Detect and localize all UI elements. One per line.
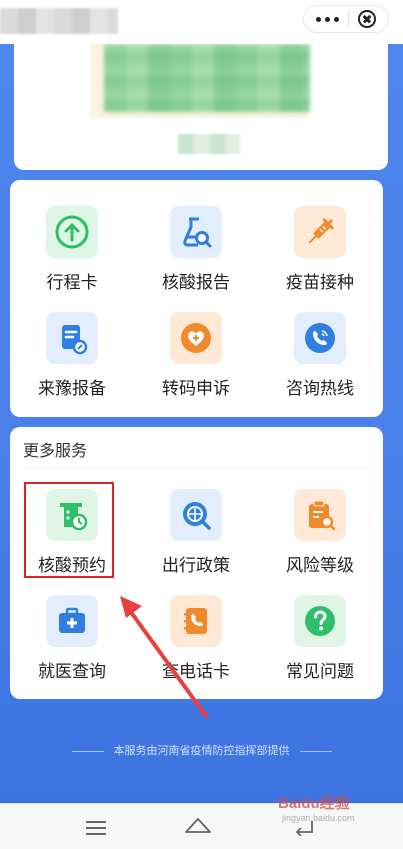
service-label: 出行政策 [162, 556, 230, 575]
watermark-brand: Baidu经验 [278, 795, 350, 812]
highlight-box [24, 482, 114, 578]
service-code-appeal[interactable]: 转码申诉 [141, 312, 251, 399]
syringe-icon [294, 206, 346, 258]
close-circle-icon[interactable] [358, 10, 376, 28]
heart-plus-icon [170, 312, 222, 364]
service-label: 核酸报告 [162, 273, 230, 292]
footer-note-text: 本服务由河南省疫情防控指挥部提供 [113, 745, 290, 757]
service-label: 就医查询 [38, 662, 106, 681]
service-henan-report[interactable]: 来豫报备 [17, 312, 127, 399]
footer-rule-right [299, 750, 332, 752]
footer-rule-left [71, 750, 104, 752]
health-status-blurred [178, 134, 240, 154]
question-circle-icon [294, 595, 346, 647]
service-medical-query[interactable]: 就医查询 [17, 595, 127, 682]
service-vaccination[interactable]: 疫苗接种 [265, 206, 375, 293]
home-icon[interactable] [184, 816, 212, 834]
service-label: 来豫报备 [38, 379, 106, 398]
health-code-blurred [104, 44, 310, 112]
test-tube-search-icon [170, 206, 222, 258]
menu-icon[interactable] [86, 821, 106, 839]
service-label: 咨询热线 [286, 379, 354, 398]
service-itinerary-card[interactable]: 行程卡 [17, 206, 127, 293]
top-bar [0, 0, 403, 44]
service-faq[interactable]: 常见问题 [265, 595, 375, 682]
service-label: 行程卡 [46, 273, 98, 292]
capsule-divider [348, 11, 349, 27]
watermark-url: jingyan.baidu.com [282, 813, 355, 823]
section-divider [23, 467, 370, 468]
service-label: 常见问题 [286, 662, 354, 681]
arrow-up-circle-icon [46, 206, 98, 258]
section-title: 更多服务 [23, 443, 88, 460]
pointer-arrow-icon [120, 596, 208, 718]
watermark: Baidu经验 jingyan.baidu.com [278, 792, 355, 823]
clipboard-search-icon [294, 489, 346, 541]
document-pen-icon [46, 312, 98, 364]
service-label: 转码申诉 [162, 379, 230, 398]
more-dots-icon[interactable] [316, 16, 339, 22]
phone-circle-icon [294, 312, 346, 364]
blurred-title [0, 8, 118, 34]
service-label: 风险等级 [286, 556, 354, 575]
service-label: 疫苗接种 [286, 273, 354, 292]
globe-search-icon [170, 489, 222, 541]
mini-program-capsule [303, 5, 389, 33]
app-background: 行程卡 核酸报告 疫苗接种 来豫报备 转码申诉 咨询热线 更多服务 核酸预约 出… [0, 0, 403, 803]
medical-kit-icon [46, 595, 98, 647]
service-nucleic-report[interactable]: 核酸报告 [141, 206, 251, 293]
footer-note: 本服务由河南省疫情防控指挥部提供 [0, 742, 403, 758]
service-hotline[interactable]: 咨询热线 [265, 312, 375, 399]
main-services-panel: 行程卡 核酸报告 疫苗接种 来豫报备 转码申诉 咨询热线 [10, 180, 383, 417]
service-travel-policy[interactable]: 出行政策 [141, 489, 251, 576]
service-risk-level[interactable]: 风险等级 [265, 489, 375, 576]
